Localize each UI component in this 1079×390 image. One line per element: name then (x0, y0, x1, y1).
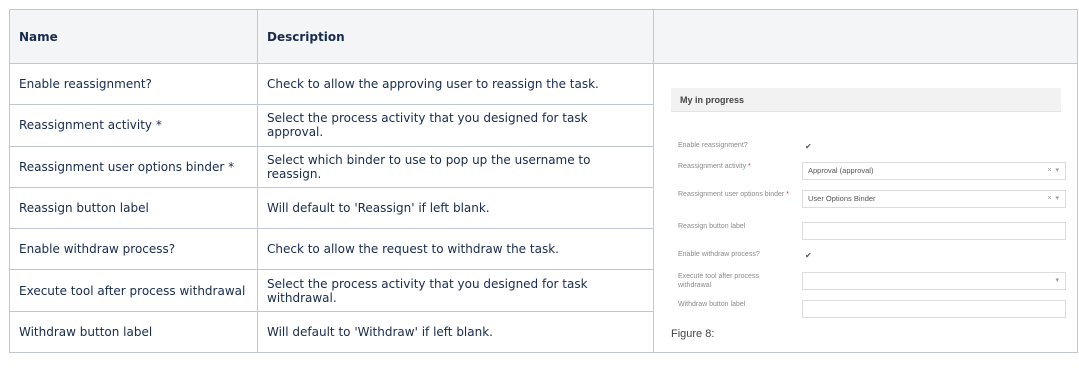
chevron-down-icon[interactable]: ▾ (1055, 167, 1059, 174)
figure-panel-title: My in progress (671, 88, 1061, 112)
execute-tool-select[interactable]: ▾ (802, 272, 1066, 290)
select-value: Approval (approval) (808, 166, 874, 175)
row-description: Select which binder to use to pop up the… (257, 145, 654, 188)
chevron-down-icon[interactable]: ▾ (1055, 195, 1059, 202)
row-name: Reassign button label (9, 186, 258, 230)
field-label: Enable reassignment? (678, 142, 748, 149)
form-row-reassignment-activity: Reassignment activity * Approval (approv… (678, 162, 1066, 182)
row-description: Check to allow the request to withdraw t… (257, 228, 654, 271)
chevron-down-icon[interactable]: ▾ (1055, 273, 1059, 289)
checkbox-checked-icon[interactable]: ✔ (805, 251, 812, 260)
row-description: Will default to 'Withdraw' if left blank… (257, 310, 654, 354)
row-name: Enable reassignment? (9, 62, 258, 106)
row-description: Select the process activity that you des… (257, 269, 654, 312)
reassignment-activity-select[interactable]: Approval (approval) × ▾ (802, 162, 1066, 180)
row-name: Reassignment activity * (9, 104, 258, 147)
field-label: Reassign button label (678, 223, 746, 230)
field-label: Execute tool after process withdrawal (678, 273, 759, 289)
withdraw-button-label-input[interactable] (802, 300, 1066, 318)
row-name: Enable withdraw process? (9, 228, 258, 271)
row-name: Execute tool after process withdrawal (9, 269, 258, 312)
required-marker: * (748, 163, 751, 170)
field-label: Enable withdraw process? (678, 251, 760, 258)
form-row-execute-tool: Execute tool after process withdrawal ▾ (678, 272, 1066, 292)
document-page: Name Description Enable reassignment? Ch… (0, 0, 1079, 390)
header-figure (653, 9, 1078, 64)
row-name: Withdraw button label (9, 310, 258, 354)
row-description: Select the process activity that you des… (257, 104, 654, 147)
header-name: Name (9, 9, 258, 64)
form-row-withdraw-button-label: Withdraw button label (678, 300, 1066, 320)
field-label: Withdraw button label (678, 301, 746, 308)
reassign-button-label-input[interactable] (802, 222, 1066, 240)
form-row-user-options-binder: Reassignment user options binder * User … (678, 190, 1066, 210)
field-label: Reassignment activity (678, 163, 747, 170)
table-header-row: Name Description (9, 9, 1078, 64)
form-row-reassign-button-label: Reassign button label (678, 222, 1066, 242)
figure-caption: Figure 8: (671, 328, 715, 340)
form-row-enable-withdraw: Enable withdraw process? ✔ (678, 250, 1058, 270)
figure-cell: My in progress Enable reassignment? ✔ Re… (653, 63, 1078, 353)
clear-icon[interactable]: × (1048, 167, 1052, 174)
select-value: User Options Binder (808, 194, 876, 203)
clear-icon[interactable]: × (1048, 195, 1052, 202)
user-options-binder-select[interactable]: User Options Binder × ▾ (802, 190, 1066, 208)
field-label: Reassignment user options binder (678, 191, 785, 198)
row-description: Check to allow the approving user to rea… (257, 62, 654, 106)
header-description: Description (257, 9, 654, 64)
checkbox-checked-icon[interactable]: ✔ (805, 142, 812, 151)
form-row-enable-reassignment: Enable reassignment? ✔ (678, 141, 1058, 161)
properties-table: Name Description Enable reassignment? Ch… (9, 9, 1078, 354)
row-description: Will default to 'Reassign' if left blank… (257, 186, 654, 230)
required-marker: * (786, 191, 789, 198)
row-name: Reassignment user options binder * (9, 145, 258, 188)
figure-screenshot: My in progress Enable reassignment? ✔ Re… (663, 64, 1068, 352)
table-row: Enable reassignment? Check to allow the … (9, 62, 1078, 353)
